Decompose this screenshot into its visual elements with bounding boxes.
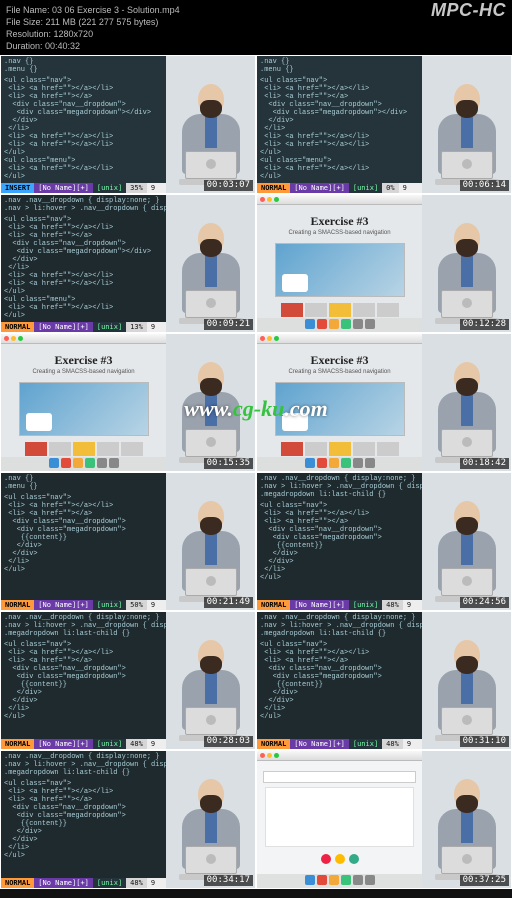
desktop-browser: Exercise #3 Creating a SMACSS-based navi… bbox=[257, 195, 422, 332]
macos-dock bbox=[257, 318, 422, 332]
timestamp: 00:24:56 bbox=[460, 597, 509, 608]
vim-statusbar: NORMAL [No Name][+] [unix] 50%9 12: 13 bbox=[1, 600, 166, 610]
thumbnail[interactable]: .nav {} .menu {} <ul class="nav"> <li> <… bbox=[0, 55, 256, 194]
exercise-title: Exercise #3 bbox=[257, 215, 422, 228]
thumbnail[interactable]: Exercise #3 Creating a SMACSS-based navi… bbox=[256, 333, 512, 472]
code-editor: .nav .nav__dropdown { display:none; } .n… bbox=[1, 195, 166, 332]
timestamp: 00:34:17 bbox=[204, 875, 253, 886]
timestamp: 00:15:35 bbox=[204, 458, 253, 469]
video-frame: 00:18:42 bbox=[422, 334, 511, 471]
code-editor: .nav {} .menu {} <ul class="nav"> <li> <… bbox=[257, 56, 422, 193]
thumbnail[interactable]: 00:37:25 bbox=[256, 750, 512, 889]
duration: 00:40:32 bbox=[45, 41, 80, 51]
mpc-watermark: MPC-HC bbox=[431, 1, 506, 19]
timestamp: 00:31:10 bbox=[460, 736, 509, 747]
mpc-hc-window: MPC-HC File Name: 03 06 Exercise 3 - Sol… bbox=[0, 0, 512, 898]
vim-statusbar: NORMAL [No Name][+] [unix] 0% 9 11: 0 bbox=[257, 183, 422, 193]
video-frame: 00:31:10 bbox=[422, 612, 511, 749]
desktop-browser: Exercise #3 Creating a SMACSS-based navi… bbox=[1, 334, 166, 471]
thumbnail[interactable]: Exercise #3 Creating a SMACSS-based navi… bbox=[0, 333, 256, 472]
thumbnail[interactable]: .nav {} .menu {} <ul class="nav"> <li> <… bbox=[0, 472, 256, 611]
timestamp: 00:06:14 bbox=[460, 180, 509, 191]
code-editor: .nav .nav__dropdown { display:none; } .n… bbox=[257, 612, 422, 749]
thumbnail[interactable]: .nav .nav__dropdown { display:none; } .n… bbox=[0, 611, 256, 750]
video-frame: 00:28:03 bbox=[166, 612, 255, 749]
thumbnail[interactable]: .nav .nav__dropdown { display:none; } .n… bbox=[0, 750, 256, 889]
thumbnail[interactable]: .nav .nav__dropdown { display:none; } .n… bbox=[256, 472, 512, 611]
timestamp: 00:12:28 bbox=[460, 319, 509, 330]
vim-statusbar: NORMAL [No Name][+] [unix] 48%9 12: 13 bbox=[257, 600, 422, 610]
thumbnail[interactable]: .nav {} .menu {} <ul class="nav"> <li> <… bbox=[256, 55, 512, 194]
code-editor: .nav .nav__dropdown { display:none; } .n… bbox=[1, 751, 166, 888]
timestamp: 00:09:21 bbox=[204, 319, 253, 330]
file-size: 211 MB (221 277 575 bytes) bbox=[46, 17, 159, 27]
file-name: 03 06 Exercise 3 - Solution.mp4 bbox=[52, 5, 180, 15]
timestamp: 00:03:07 bbox=[204, 180, 253, 191]
browser-raw bbox=[257, 751, 422, 888]
code-editor: .nav {} .menu {} <ul class="nav"> <li> <… bbox=[1, 56, 166, 193]
desktop-browser: Exercise #3 Creating a SMACSS-based navi… bbox=[257, 334, 422, 471]
video-frame: 00:37:25 bbox=[422, 751, 511, 888]
timestamp: 00:28:03 bbox=[204, 736, 253, 747]
video-frame: 00:34:17 bbox=[166, 751, 255, 888]
thumbnail-grid: .nav {} .menu {} <ul class="nav"> <li> <… bbox=[0, 55, 512, 889]
timestamp: 00:21:49 bbox=[204, 597, 253, 608]
timestamp: 00:37:25 bbox=[460, 875, 509, 886]
code-editor: .nav .nav__dropdown { display:none; } .n… bbox=[257, 473, 422, 610]
code-editor: .nav .nav__dropdown { display:none; } .n… bbox=[1, 612, 166, 749]
vim-statusbar: NORMAL [No Name][+] [unix] 48%9 12: 13 bbox=[1, 739, 166, 749]
video-frame: 00:09:21 bbox=[166, 195, 255, 332]
resolution: 1280x720 bbox=[54, 29, 94, 39]
thumbnail[interactable]: Exercise #3 Creating a SMACSS-based navi… bbox=[256, 194, 512, 333]
video-frame: 00:24:56 bbox=[422, 473, 511, 610]
vim-statusbar: NORMAL [No Name][+] [unix] 13% 9 9: 0 bbox=[1, 322, 166, 332]
timestamp: 00:18:42 bbox=[460, 458, 509, 469]
vim-statusbar: INSERT [No Name][+] [unix] 35% 9 11: 0 bbox=[1, 183, 166, 193]
video-frame: 00:12:28 bbox=[422, 195, 511, 332]
vim-statusbar: NORMAL [No Name][+] [unix] 48%9 12: 13 bbox=[1, 878, 166, 888]
exercise-subtitle: Creating a SMACSS-based navigation bbox=[257, 230, 422, 237]
video-frame: 00:06:14 bbox=[422, 56, 511, 193]
vim-statusbar: NORMAL [No Name][+] [unix] 48%9 12: 13 bbox=[257, 739, 422, 749]
thumbnail[interactable]: .nav .nav__dropdown { display:none; } .n… bbox=[256, 611, 512, 750]
video-frame: 00:21:49 bbox=[166, 473, 255, 610]
code-editor: .nav {} .menu {} <ul class="nav"> <li> <… bbox=[1, 473, 166, 610]
video-frame: 00:03:07 bbox=[166, 56, 255, 193]
thumbnail[interactable]: .nav .nav__dropdown { display:none; } .n… bbox=[0, 194, 256, 333]
video-frame: 00:15:35 bbox=[166, 334, 255, 471]
media-info-header: MPC-HC File Name: 03 06 Exercise 3 - Sol… bbox=[0, 0, 512, 55]
